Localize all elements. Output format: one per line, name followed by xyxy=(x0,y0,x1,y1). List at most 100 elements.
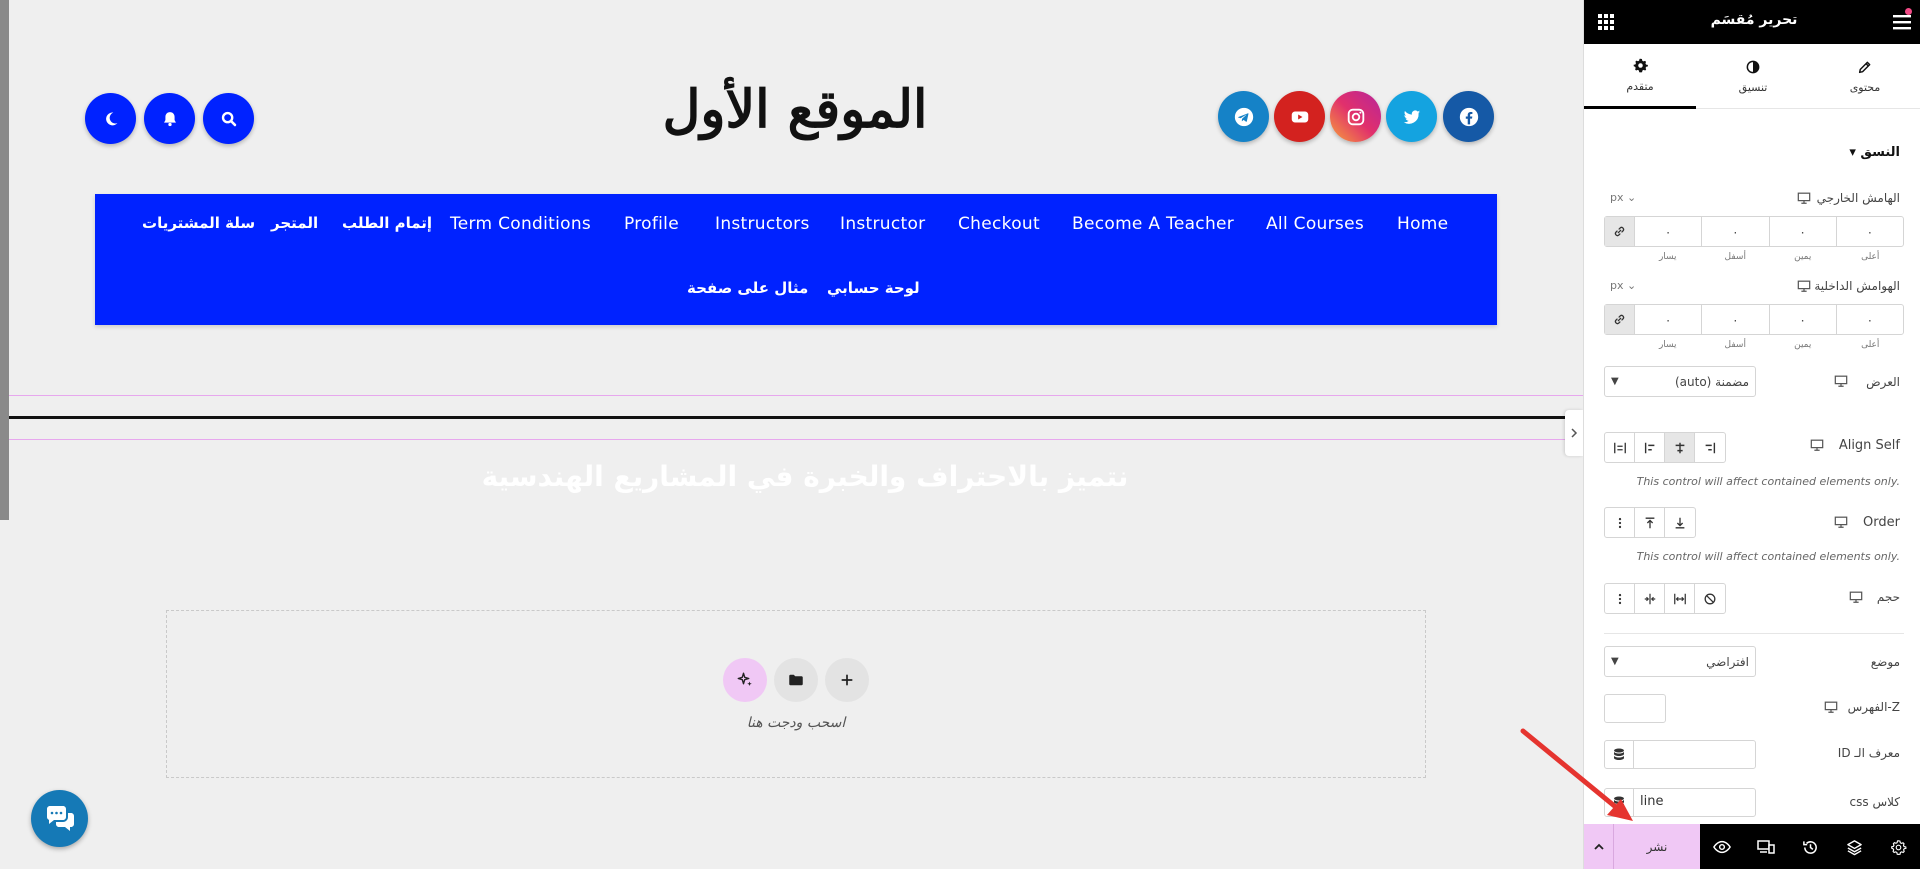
folder-icon[interactable] xyxy=(774,658,818,702)
margin-unit-select[interactable]: px ⌄ xyxy=(1610,191,1636,204)
panel-collapse-toggle[interactable] xyxy=(1565,410,1583,456)
width-select[interactable]: مضمنة (auto) ▼ xyxy=(1604,366,1756,397)
line-divider[interactable] xyxy=(9,416,1583,419)
search-icon[interactable] xyxy=(203,93,254,144)
margin-dimensions: ٠ ٠ ٠ ٠ xyxy=(1604,216,1904,247)
panel-tabs: محتوى تنسيق متقدم xyxy=(1584,44,1920,109)
half-circle-icon xyxy=(1746,60,1760,74)
order-buttons xyxy=(1604,507,1696,538)
hamburger-menu-icon[interactable] xyxy=(1893,14,1911,30)
canvas-scrollbar[interactable] xyxy=(0,0,9,520)
margin-top-input[interactable]: ٠ xyxy=(1837,217,1903,246)
padding-unit-select[interactable]: px ⌄ xyxy=(1610,279,1636,292)
panel-divider xyxy=(1604,633,1904,634)
order-start-icon[interactable] xyxy=(1635,508,1665,537)
align-stretch-icon[interactable] xyxy=(1605,433,1635,462)
css-id-input[interactable] xyxy=(1633,740,1756,769)
nav-item-home[interactable]: Home xyxy=(1397,214,1448,234)
plus-icon[interactable] xyxy=(825,658,869,702)
widgets-grid-icon[interactable] xyxy=(1598,14,1614,30)
caption-top: أعلى xyxy=(1861,252,1880,262)
css-class-input[interactable]: line xyxy=(1633,788,1756,817)
margin-bottom-input[interactable]: ٠ xyxy=(1702,217,1770,246)
nav-item-checkout[interactable]: Checkout xyxy=(958,214,1040,234)
nav-item-term-conditions[interactable]: Term Conditions xyxy=(450,214,591,234)
monitor-icon[interactable] xyxy=(1797,191,1811,205)
nav-item-sample-page[interactable]: مثال على صفحة xyxy=(687,279,808,297)
monitor-icon[interactable] xyxy=(1834,515,1848,529)
dynamic-tags-icon[interactable] xyxy=(1604,788,1634,817)
padding-bottom-input[interactable]: ٠ xyxy=(1702,305,1770,334)
chevron-up-icon xyxy=(1593,843,1604,850)
none-icon[interactable] xyxy=(1695,584,1725,613)
nav-item-instructor[interactable]: Instructor xyxy=(840,214,925,234)
tab-content[interactable]: محتوى xyxy=(1809,44,1920,109)
layers-icon[interactable] xyxy=(1844,837,1864,857)
nav-item-complete-order[interactable]: إتمام الطلب xyxy=(342,214,432,232)
nav-item-cart[interactable]: سلة المشتريات xyxy=(142,214,255,232)
order-end-icon[interactable] xyxy=(1665,508,1695,537)
align-start-icon[interactable] xyxy=(1635,433,1665,462)
margin-right-input[interactable]: ٠ xyxy=(1770,217,1837,246)
pencil-icon xyxy=(1858,61,1871,74)
z-index-label: Z-الفهرس xyxy=(1847,700,1900,714)
tab-label: متقدم xyxy=(1626,80,1654,93)
grow-icon[interactable] xyxy=(1665,584,1695,613)
monitor-icon[interactable] xyxy=(1824,700,1838,714)
nav-item-all-courses[interactable]: All Courses xyxy=(1266,214,1364,234)
monitor-icon[interactable] xyxy=(1849,590,1863,604)
history-icon[interactable] xyxy=(1800,837,1820,857)
position-select[interactable]: افتراضي ▼ xyxy=(1604,646,1756,677)
nav-item-profile[interactable]: Profile xyxy=(624,214,679,234)
nav-item-my-account[interactable]: لوحة حسابي xyxy=(827,279,920,297)
link-icon[interactable] xyxy=(1605,305,1635,334)
margin-left-input[interactable]: ٠ xyxy=(1635,217,1703,246)
more-vertical-icon[interactable] xyxy=(1605,584,1635,613)
publish-button[interactable]: نشر xyxy=(1614,824,1700,869)
layout-section-toggle[interactable]: النسق ▾ xyxy=(1849,145,1900,160)
position-value: افتراضي xyxy=(1706,654,1749,669)
monitor-icon[interactable] xyxy=(1810,438,1824,452)
monitor-icon[interactable] xyxy=(1797,279,1811,293)
hero-heading: نتميز بالاحتراف والخبرة في المشاريع الهن… xyxy=(481,460,1129,493)
padding-dimensions: ٠ ٠ ٠ ٠ xyxy=(1604,304,1904,335)
nav-item-become-a-teacher[interactable]: Become A Teacher xyxy=(1072,214,1234,234)
size-buttons xyxy=(1604,583,1726,614)
panel-title: تحرير مُقسَم xyxy=(1710,12,1798,28)
nav-item-instructors[interactable]: Instructors xyxy=(715,214,810,234)
z-index-input[interactable] xyxy=(1604,694,1666,723)
width-value: مضمنة (auto) xyxy=(1674,374,1749,389)
instagram-icon[interactable] xyxy=(1330,91,1381,142)
align-end-icon[interactable] xyxy=(1695,433,1725,462)
monitor-icon[interactable] xyxy=(1834,374,1848,388)
facebook-icon[interactable] xyxy=(1443,91,1494,142)
widget-drop-area[interactable]: اسحب ودجت هنا xyxy=(166,610,1426,778)
tab-style[interactable]: تنسيق xyxy=(1697,44,1809,109)
youtube-icon[interactable] xyxy=(1274,91,1325,142)
tab-advanced[interactable]: متقدم xyxy=(1584,44,1696,109)
editor-canvas: الموقع الأول Home All Courses Become A T… xyxy=(0,0,1583,869)
responsive-icon[interactable] xyxy=(1756,837,1776,857)
moon-icon[interactable] xyxy=(85,93,136,144)
twitter-icon[interactable] xyxy=(1386,91,1437,142)
shrink-icon[interactable] xyxy=(1635,584,1665,613)
telegram-icon[interactable] xyxy=(1218,91,1269,142)
eye-icon[interactable] xyxy=(1712,837,1732,857)
bell-icon[interactable] xyxy=(144,93,195,144)
caption-right: يمين xyxy=(1794,340,1812,350)
padding-captions: يسار أسفل يمين أعلى xyxy=(1634,340,1904,350)
publish-options-toggle[interactable] xyxy=(1584,824,1614,869)
dynamic-tags-icon[interactable] xyxy=(1604,740,1634,769)
margin-captions: يسار أسفل يمين أعلى xyxy=(1634,252,1904,262)
sparkle-icon[interactable] xyxy=(723,658,767,702)
align-center-icon[interactable] xyxy=(1665,433,1695,462)
padding-left-input[interactable]: ٠ xyxy=(1635,305,1703,334)
padding-top-input[interactable]: ٠ xyxy=(1837,305,1903,334)
padding-right-input[interactable]: ٠ xyxy=(1770,305,1837,334)
more-vertical-icon[interactable] xyxy=(1605,508,1635,537)
settings-icon[interactable] xyxy=(1888,837,1908,857)
nav-item-store[interactable]: المتجر xyxy=(271,214,318,232)
order-help: This control will affect contained eleme… xyxy=(1636,550,1900,563)
chat-icon[interactable] xyxy=(31,790,88,847)
link-icon[interactable] xyxy=(1605,217,1635,246)
